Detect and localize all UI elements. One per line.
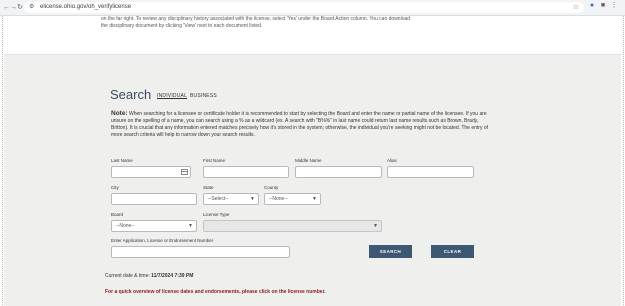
search-button[interactable]: SEARCH — [369, 245, 412, 258]
calendar-icon[interactable] — [181, 169, 188, 175]
middle-name-input[interactable] — [295, 166, 382, 178]
chevron-down-icon: ▼ — [188, 223, 193, 229]
last-name-label: Last Name — [111, 158, 133, 163]
search-note: Note: When searching for a licensee or c… — [111, 110, 496, 139]
datetime-label: Current date & time: — [105, 273, 150, 279]
intro-text: on the far right. To review any discipli… — [101, 16, 411, 29]
county-label: County — [264, 185, 279, 190]
state-select[interactable]: --Select-- ▼ — [203, 193, 259, 205]
page-border-left — [2, 16, 3, 305]
city-label: City — [111, 185, 119, 190]
menu-icon[interactable]: ⋮ — [610, 2, 618, 10]
search-panel — [4, 54, 621, 306]
address-bar[interactable]: ⚙ elicense.ohio.gov/oh_verifylicense ☆ — [24, 2, 584, 13]
reload-icon[interactable]: ↻ — [17, 3, 23, 12]
page-title: Search — [110, 87, 152, 102]
alias-label: Alias — [387, 158, 397, 163]
quick-overview-note: For a quick overview of license dates an… — [105, 289, 326, 295]
page-border-right — [623, 16, 624, 305]
board-select-value: --None-- — [116, 223, 135, 229]
current-datetime: Current date & time: 11/7/2024 7:39 PM — [105, 273, 193, 279]
license-type-select[interactable]: ▼ — [203, 220, 382, 232]
state-select-value: --Select-- — [208, 196, 229, 202]
chevron-down-icon: ▼ — [312, 196, 317, 202]
license-type-label: License Type — [203, 212, 230, 217]
board-label: Board — [111, 212, 124, 217]
license-number-label: Enter Application, License or Endorsemen… — [111, 238, 214, 243]
tab-individual[interactable]: INDIVIDUAL — [157, 93, 187, 99]
state-label: State — [203, 185, 214, 190]
county-select-value: --None-- — [269, 196, 288, 202]
datetime-value: 11/7/2024 7:39 PM — [151, 273, 194, 279]
account-icon[interactable]: ● — [588, 2, 596, 10]
clear-button[interactable]: CLEAR — [431, 245, 474, 258]
last-name-input[interactable] — [111, 166, 191, 178]
license-number-input[interactable] — [111, 246, 290, 258]
extensions-icon[interactable]: ■ — [599, 2, 607, 10]
note-text: When searching for a licensee or certifi… — [111, 111, 489, 138]
site-info-icon[interactable]: ⚙ — [29, 3, 34, 12]
browser-toolbar: ← → ↻ ⚙ elicense.ohio.gov/oh_verifylicen… — [0, 0, 625, 16]
tab-business[interactable]: BUSINESS — [190, 93, 217, 99]
star-icon[interactable]: ☆ — [573, 3, 579, 12]
note-label: Note: — [111, 110, 128, 117]
first-name-label: First Name — [203, 158, 226, 163]
arrow-right-icon[interactable]: → — [10, 3, 17, 12]
arrow-left-icon[interactable]: ← — [3, 3, 10, 12]
county-select[interactable]: --None-- ▼ — [264, 193, 321, 205]
board-select[interactable]: --None-- ▼ — [111, 220, 197, 232]
city-input[interactable] — [111, 193, 197, 205]
middle-name-label: Middle Name — [295, 158, 322, 163]
first-name-input[interactable] — [203, 166, 289, 178]
chevron-down-icon: ▼ — [373, 223, 378, 229]
chevron-down-icon: ▼ — [250, 196, 255, 202]
url-text: elicense.ohio.gov/oh_verifylicense — [40, 4, 132, 10]
alias-input[interactable] — [387, 166, 474, 178]
